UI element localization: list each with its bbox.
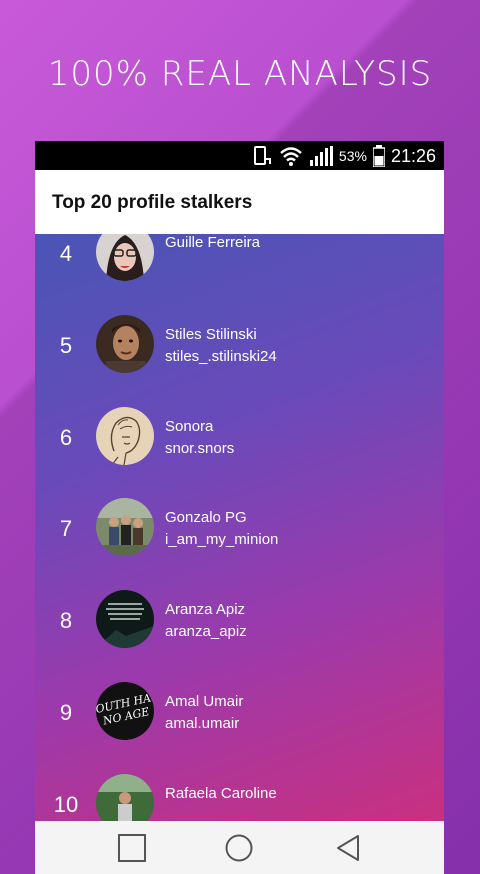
- status-icons: 53% 21:26: [251, 144, 436, 168]
- battery-percentage: 53%: [338, 148, 367, 164]
- stalker-handle: stiles_.stilinski24: [165, 348, 277, 365]
- avatar: [96, 315, 154, 373]
- avatar: [96, 498, 154, 556]
- rank-number: 8: [59, 608, 73, 633]
- promo-headline: 100% REAL ANALYSIS: [47, 54, 433, 94]
- rank-number: 10: [53, 792, 79, 817]
- list-item[interactable]: 5 Stiles Stilinski stiles_.stilinski24: [35, 299, 444, 391]
- rotate-screen-icon: [253, 146, 271, 165]
- stalker-handle: snor.snors: [165, 440, 235, 457]
- rank-number: 5: [59, 333, 73, 358]
- stalker-name: Sonora: [165, 418, 214, 435]
- rank-number: 9: [59, 700, 73, 725]
- stalker-handle: i_am_my_minion: [165, 531, 279, 548]
- rank-number: 6: [59, 425, 73, 450]
- avatar: [96, 774, 154, 821]
- system-nav-bar: [35, 821, 444, 874]
- list-item[interactable]: 7 Gonzalo PG i_am_my_minion: [35, 482, 444, 574]
- app-bar: Top 20 profile stalkers: [35, 170, 444, 234]
- avatar: [96, 590, 154, 648]
- home-circle-icon[interactable]: [224, 833, 254, 863]
- stalker-list[interactable]: 4 Guille Ferreira 5 Stiles Stilinski sti…: [35, 234, 444, 821]
- stalker-name: Aranza Apiz: [165, 601, 246, 618]
- list-item[interactable]: 4 Guille Ferreira: [35, 234, 444, 299]
- list-item[interactable]: 6 Sonora snor.snors: [35, 391, 444, 483]
- page-title: Top 20 profile stalkers: [52, 192, 253, 213]
- status-bar: 53% 21:26: [35, 141, 444, 170]
- stalker-name: Amal Umair: [165, 693, 244, 710]
- avatar: YOUTH HAS NO AGE: [96, 682, 154, 740]
- avatar: [96, 407, 154, 465]
- stalker-handle: amal.umair: [165, 715, 240, 732]
- list-item[interactable]: 10 Rafaela Caroline: [35, 758, 444, 821]
- list-item[interactable]: 9 YOUTH HAS NO AGE Amal Umair amal.umair: [35, 666, 444, 758]
- wifi-icon: [280, 147, 302, 166]
- back-triangle-icon[interactable]: [334, 833, 364, 863]
- clock: 21:26: [390, 145, 436, 166]
- phone-screen: 53% 21:26 Top 20 profile stalkers 4 Guil…: [35, 141, 444, 874]
- signal-icon: [309, 146, 333, 166]
- stalker-name: Guille Ferreira: [165, 234, 261, 251]
- stalker-name: Rafaela Caroline: [165, 785, 277, 802]
- stalker-handle: aranza_apiz: [165, 623, 247, 640]
- battery-icon: [372, 145, 385, 167]
- list-item[interactable]: 8 Aranza Apiz aranza_apiz: [35, 574, 444, 666]
- rank-number: 4: [59, 241, 73, 266]
- recents-square-icon[interactable]: [117, 833, 147, 863]
- rank-number: 7: [59, 516, 73, 541]
- avatar: [96, 234, 154, 281]
- stalker-name: Gonzalo PG: [165, 509, 247, 526]
- stalker-name: Stiles Stilinski: [165, 326, 257, 343]
